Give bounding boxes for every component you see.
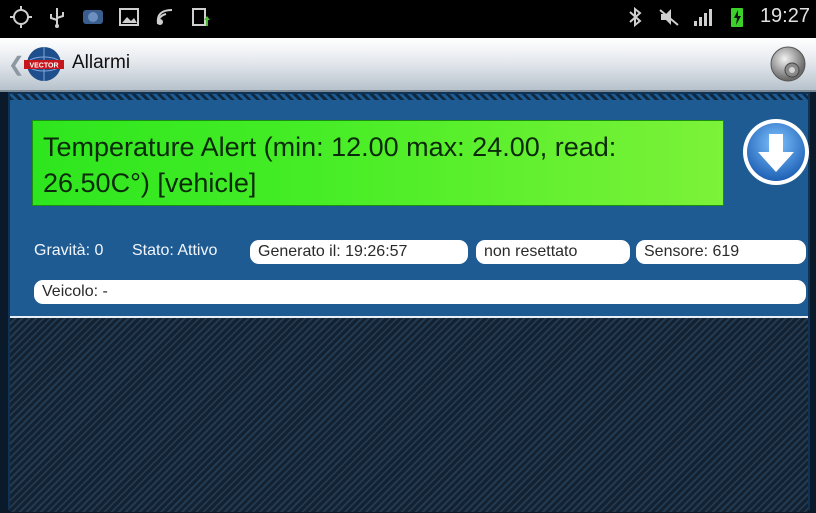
bluetooth-icon [624,6,646,28]
signal-icon [692,6,714,28]
panel-top-border [10,94,808,100]
vehicle-field: Veicolo: - [34,280,806,304]
status-bar: 19:27 [0,0,816,38]
settings-icon[interactable] [768,44,808,84]
back-arrow-icon[interactable]: ❮ [8,52,25,77]
stato-label: Stato: Attivo [132,242,218,259]
reset-status-field: non resettato [476,240,630,264]
action-bar: ❮ VECTOR Allarmi [0,38,816,92]
arrow-down-icon [743,119,809,185]
usb-icon [46,6,68,28]
app-logo[interactable]: VECTOR [24,44,64,84]
image-icon [118,6,140,28]
file-upload-icon [190,6,212,28]
phone-signal-icon [154,6,176,28]
alert-message[interactable]: Temperature Alert (min: 12.00 max: 24.00… [32,120,724,206]
app-notification-icon [82,6,104,28]
logo-text: VECTOR [29,63,58,70]
alarm-detail-panel: Temperature Alert (min: 12.00 max: 24.00… [8,92,812,512]
sensor-field: Sensore: 619 [636,240,806,264]
gravita-label: Gravità: 0 [34,242,104,259]
arrow-down-button[interactable] [740,116,812,188]
status-bar-notifications [10,6,212,28]
empty-list-area [10,316,808,512]
mute-icon [658,6,680,28]
clock: 19:27 [759,5,810,27]
alarm-info-row: Gravità: 0 Stato: Attivo Generato il: 19… [34,240,814,266]
gps-icon [10,6,32,28]
page-title: Allarmi [72,52,131,73]
generated-time-field: Generato il: 19:26:57 [250,240,468,264]
battery-charging-icon [726,6,748,28]
status-bar-system: 19:27 [624,5,810,28]
